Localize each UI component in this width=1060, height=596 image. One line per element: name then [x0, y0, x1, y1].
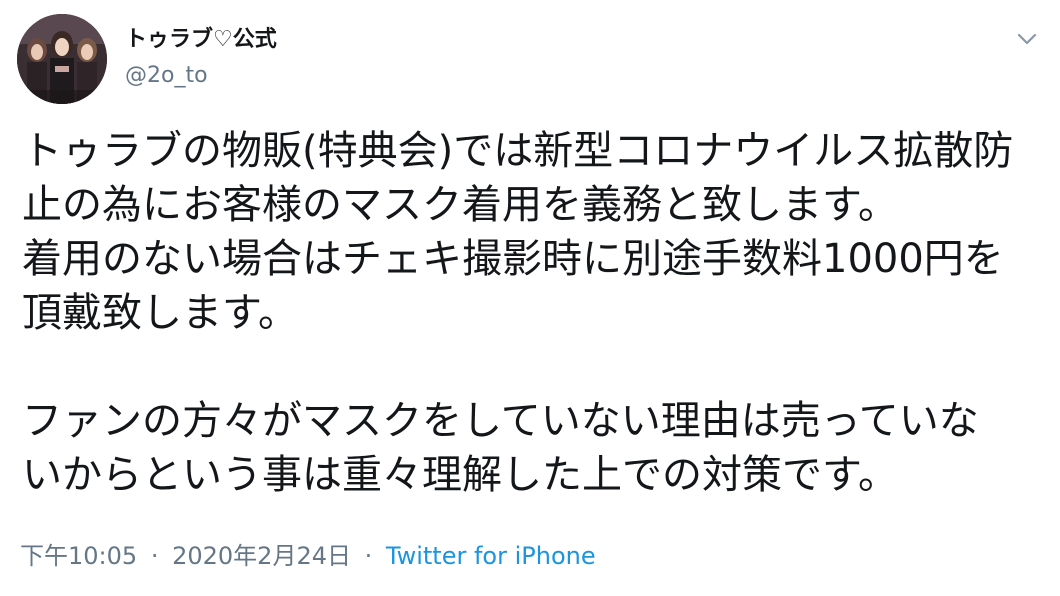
- meta-separator: ·: [150, 542, 159, 570]
- tweet-text-line: トゥラブの物販(特典会)では新型コロナウイルス拡散防: [22, 128, 1014, 174]
- meta-separator: ·: [364, 542, 373, 570]
- user-handle[interactable]: @2o_to: [125, 62, 208, 90]
- avatar-image: [17, 14, 107, 104]
- tweet-text-line: いからという事は重々理解した上での対策です。: [22, 452, 898, 498]
- tweet-meta: 下午10:05 · 2020年2月24日 · Twitter for iPhon…: [20, 540, 596, 572]
- tweet-text-line: 頂戴致します。: [22, 290, 298, 336]
- display-name[interactable]: トゥラブ♡公式: [125, 26, 277, 54]
- tweet-text-line: 着用のない場合はチェキ撮影時に別途手数料1000円を: [22, 236, 1004, 282]
- tweet-card: トゥラブ♡公式 @2o_to トゥラブの物販(特典会)では新型コロナウイルス拡散…: [0, 0, 1060, 596]
- chevron-down-icon[interactable]: [1012, 24, 1042, 54]
- tweet-time[interactable]: 下午10:05: [20, 542, 137, 570]
- tweet-date[interactable]: 2020年2月24日: [172, 542, 351, 570]
- tweet-source-link[interactable]: Twitter for iPhone: [386, 542, 596, 570]
- tweet-text-line: 止の為にお客様のマスク着用を義務と致します。: [22, 182, 898, 228]
- tweet-text: トゥラブの物販(特典会)では新型コロナウイルス拡散防 止の為にお客様のマスク着用…: [22, 124, 1047, 502]
- tweet-text-line: ファンの方々がマスクをしていない理由は売っていな: [22, 398, 979, 444]
- avatar[interactable]: [17, 14, 107, 104]
